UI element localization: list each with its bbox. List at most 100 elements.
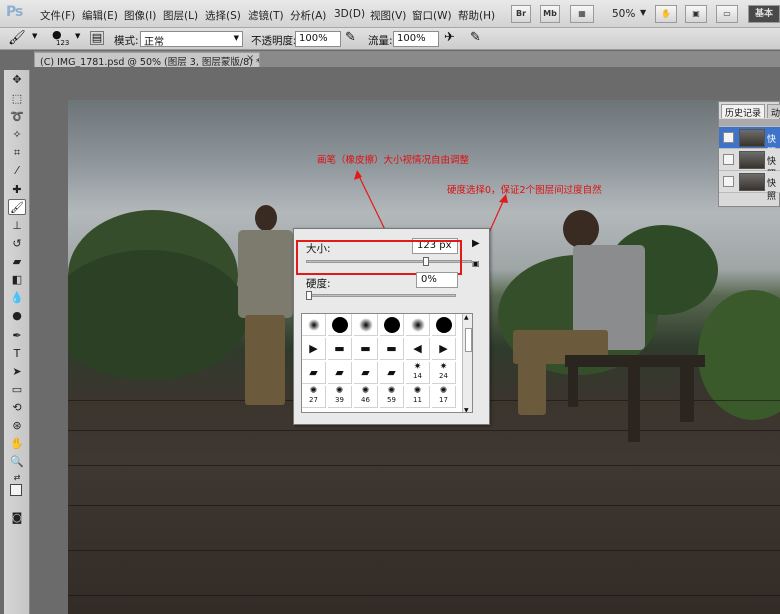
workspace-button[interactable]: 基本	[748, 5, 780, 23]
tablet-size-icon[interactable]: ✎	[470, 30, 481, 45]
brush-preset[interactable]: ✺ 27	[302, 386, 326, 408]
eyedropper-tool-icon[interactable]: ⁄	[8, 163, 26, 179]
brush-tool-icon[interactable]: 🖌	[8, 30, 26, 46]
type-tool-icon[interactable]: T	[8, 346, 26, 362]
brush-tool-icon[interactable]: 🖌	[8, 199, 26, 215]
marquee-tool-icon[interactable]: ⬚	[8, 91, 26, 107]
brush-preset[interactable]: ◀	[406, 338, 430, 360]
menu-help[interactable]: 帮助(H)	[458, 8, 495, 23]
brush-preset[interactable]	[328, 314, 352, 336]
tab-actions[interactable]: 动作	[767, 104, 780, 119]
hand-tool-icon[interactable]: ✋	[8, 436, 26, 452]
chevron-down-icon[interactable]: ▼	[640, 8, 646, 17]
tablet-opacity-icon[interactable]: ✎	[345, 30, 356, 45]
zoom-tool-icon[interactable]: 🔍	[8, 454, 26, 470]
brush-panel-toggle-icon[interactable]: ▤	[90, 31, 104, 45]
crop-tool-icon[interactable]: ⌗	[8, 145, 26, 161]
hardness-input[interactable]: 0%	[416, 272, 458, 288]
brush-preset[interactable]: ✷ 24	[432, 362, 456, 384]
hand-tool-icon[interactable]: ✋	[655, 5, 677, 23]
history-source-checkbox[interactable]	[723, 176, 734, 187]
presets-scrollbar[interactable]: ▲ ▼	[462, 314, 472, 412]
3d-orbit-tool-icon[interactable]: ⊛	[8, 418, 26, 434]
minibridge-button[interactable]: Mb	[540, 5, 560, 23]
menu-image[interactable]: 图像(I)	[124, 8, 156, 23]
history-snapshot-row[interactable]: 快照	[719, 149, 780, 180]
brush-preset[interactable]: ▰	[380, 362, 404, 384]
brush-preset[interactable]: ▬	[328, 338, 352, 360]
chevron-down-icon[interactable]: ▼	[75, 32, 80, 40]
brush-preset[interactable]: ▶	[302, 338, 326, 360]
dodge-tool-icon[interactable]: ●	[8, 308, 26, 324]
brush-preset[interactable]: ▰	[302, 362, 326, 384]
opacity-input[interactable]: 100%	[295, 31, 341, 47]
brush-preset[interactable]: ▬	[380, 338, 404, 360]
panel-menu-icon[interactable]: ▶	[472, 238, 480, 249]
menu-filter[interactable]: 滤镜(T)	[248, 8, 284, 23]
quick-select-tool-icon[interactable]: ✧	[8, 127, 26, 143]
snapshot-thumbnail	[739, 151, 765, 169]
menu-window[interactable]: 窗口(W)	[412, 8, 452, 23]
clone-stamp-tool-icon[interactable]: ⊥	[8, 218, 26, 234]
brush-preset[interactable]: ✺ 46	[354, 386, 378, 408]
move-tool-icon[interactable]: ✥	[8, 72, 26, 88]
menu-layer[interactable]: 图层(L)	[163, 8, 198, 23]
arrange-documents-icon[interactable]: ▣	[685, 5, 707, 23]
quick-mask-icon[interactable]: ◙	[8, 510, 26, 526]
new-preset-icon[interactable]: ▣	[472, 259, 480, 268]
brush-preset[interactable]: ▰	[354, 362, 378, 384]
close-icon[interactable]: ×	[246, 53, 254, 64]
flow-input[interactable]: 100%	[393, 31, 439, 47]
scroll-down-icon[interactable]: ▼	[464, 407, 469, 412]
gradient-tool-icon[interactable]: ◧	[8, 272, 26, 288]
hardness-slider-thumb[interactable]	[306, 291, 312, 300]
menu-view[interactable]: 视图(V)	[370, 8, 406, 23]
menu-select[interactable]: 选择(S)	[205, 8, 241, 23]
history-snapshot-row[interactable]: 快照	[719, 171, 780, 202]
scroll-thumb[interactable]	[465, 328, 472, 352]
history-snapshot-row[interactable]: 快照	[719, 127, 780, 158]
brush-preset[interactable]: ▰	[328, 362, 352, 384]
shape-tool-icon[interactable]: ▭	[8, 382, 26, 398]
brush-preset[interactable]	[354, 314, 378, 336]
menu-3d[interactable]: 3D(D)	[334, 8, 365, 20]
screen-mode-icon[interactable]: ▭	[716, 5, 738, 23]
mode-select[interactable]: 正常 ▼	[140, 31, 243, 48]
brush-preset[interactable]: ▬	[354, 338, 378, 360]
tab-history[interactable]: 历史记录	[721, 104, 766, 119]
menu-file[interactable]: 文件(F)	[40, 8, 75, 23]
brush-preset[interactable]: ✺ 11	[406, 386, 430, 408]
brush-preset[interactable]	[302, 314, 326, 336]
brush-preset[interactable]	[432, 314, 456, 336]
healing-brush-tool-icon[interactable]: ✚	[8, 182, 26, 198]
hardness-slider[interactable]	[306, 294, 456, 297]
chevron-down-icon[interactable]: ▼	[32, 32, 37, 40]
brush-preset[interactable]: ✺ 59	[380, 386, 404, 408]
brush-preset[interactable]: ✺ 39	[328, 386, 352, 408]
history-source-checkbox[interactable]	[723, 132, 734, 143]
view-extras-icon[interactable]: ▦	[570, 5, 594, 23]
menu-analysis[interactable]: 分析(A)	[290, 8, 326, 23]
history-source-checkbox[interactable]	[723, 154, 734, 165]
path-select-tool-icon[interactable]: ➤	[8, 364, 26, 380]
brush-preset[interactable]	[406, 314, 430, 336]
brush-preset[interactable]	[380, 314, 404, 336]
foreground-color-swatch[interactable]	[10, 484, 22, 496]
pen-tool-icon[interactable]: ✒	[8, 328, 26, 344]
zoom-level[interactable]: 50%	[612, 8, 635, 20]
blur-tool-icon[interactable]: 💧	[8, 290, 26, 306]
airbrush-icon[interactable]: ✈	[444, 30, 455, 45]
brush-preset[interactable]: ✺ 17	[432, 386, 456, 408]
flow-label: 流量:	[368, 35, 393, 47]
document-tab[interactable]: (C) IMG_1781.psd @ 50% (图层 3, 图层蒙版/8) * …	[34, 52, 260, 67]
scroll-up-icon[interactable]: ▲	[464, 314, 469, 321]
history-brush-tool-icon[interactable]: ↺	[8, 236, 26, 252]
3d-rotate-tool-icon[interactable]: ⟲	[8, 400, 26, 416]
brush-preset[interactable]: ✷ 14	[406, 362, 430, 384]
eraser-tool-icon[interactable]: ▰	[8, 254, 26, 270]
menu-edit[interactable]: 编辑(E)	[82, 8, 118, 23]
lasso-tool-icon[interactable]: ➰	[8, 109, 26, 125]
brush-preset[interactable]: ▶	[432, 338, 456, 360]
bridge-button[interactable]: Br	[511, 5, 531, 23]
color-swatches[interactable]	[10, 484, 28, 502]
